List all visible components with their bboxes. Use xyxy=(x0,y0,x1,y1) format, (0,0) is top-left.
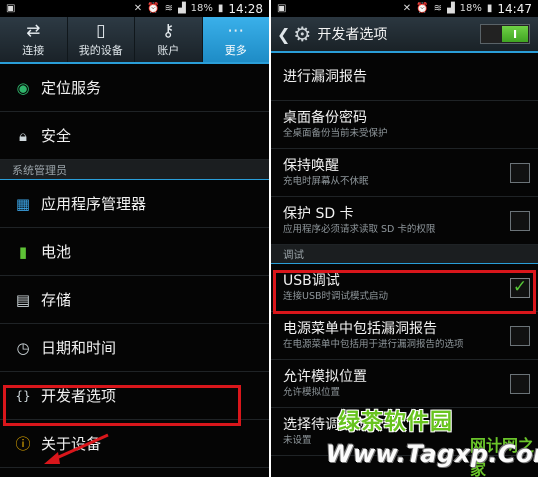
battery-icon: ▮ xyxy=(18,242,28,261)
tab-connections[interactable]: ⇄ 连接 xyxy=(0,17,68,62)
connections-icon: ⇄ xyxy=(26,20,41,41)
battery-icon: ▮ xyxy=(486,2,493,14)
mock-location-checkbox[interactable] xyxy=(510,373,530,394)
status-bar: ▣ ✕ ⏰ ≋ ▟ 18% ▮ 14:47 xyxy=(271,0,538,17)
gear-icon: ⚙ xyxy=(293,22,312,46)
app-grid-icon: ▦ xyxy=(15,194,31,213)
signal-icon: ▟ xyxy=(446,2,455,14)
list-item-developer-options[interactable]: {} 开发者选项 xyxy=(0,372,269,420)
toggle-on-label: I xyxy=(512,27,518,41)
tab-accounts[interactable]: ⚷ 账户 xyxy=(135,17,203,62)
list-item-label: 日期和时间 xyxy=(41,339,117,357)
item-title: 保护 SD 卡 xyxy=(283,206,354,222)
item-subtitle: 应用程序必须请求读取 SD 卡的权限 xyxy=(283,224,436,235)
clock: 14:47 xyxy=(497,1,532,16)
page-title: 开发者选项 xyxy=(317,27,388,43)
battery-percent: 18% xyxy=(459,2,482,14)
developer-options-panel: ▣ ✕ ⏰ ≋ ▟ 18% ▮ 14:47 ❮ ⚙ 开发者选项 I 进行漏洞报告… xyxy=(271,0,538,477)
list-item-stay-awake[interactable]: 保持唤醒 充电时屏幕从不休眠 xyxy=(271,149,538,197)
item-title: 保持唤醒 xyxy=(283,158,339,174)
location-icon: ◉ xyxy=(16,78,30,97)
list-item-label: 电池 xyxy=(41,243,72,261)
section-header-debug: 调试 xyxy=(271,245,538,264)
action-bar: ❮ ⚙ 开发者选项 I xyxy=(271,17,538,53)
item-subtitle: 全桌面备份当前未受保护 xyxy=(283,128,388,139)
braces-icon: {} xyxy=(15,388,31,403)
section-header-sysadmin: 系统管理员 xyxy=(0,160,269,180)
tab-more[interactable]: ⋯ 更多 xyxy=(202,17,269,62)
checkmark-icon: ✓ xyxy=(512,277,528,297)
item-subtitle: 在电源菜单中包括用于进行漏洞报告的选项 xyxy=(283,339,464,350)
list-item-storage[interactable]: ▤ 存储 xyxy=(0,276,269,324)
tab-label: 我的设备 xyxy=(78,43,123,57)
list-item-power-menu-bug-report[interactable]: 电源菜单中包括漏洞报告 在电源菜单中包括用于进行漏洞报告的选项 xyxy=(271,312,538,360)
lock-icon: 🔒︎ xyxy=(19,126,27,145)
item-subtitle: 连接USB时调试模式启动 xyxy=(283,291,389,302)
tab-label: 账户 xyxy=(157,43,180,57)
list-item-usb-debugging[interactable]: USB调试 连接USB时调试模式启动 ✓ xyxy=(271,264,538,312)
stay-awake-checkbox[interactable] xyxy=(510,162,530,183)
list-item-security[interactable]: 🔒︎ 安全 xyxy=(0,112,269,160)
settings-panel: ▣ ✕ ⏰ ≋ ▟ 18% ▮ 14:28 ⇄ 连接 ▯ 我的设备 ⚷ 账户 ⋯… xyxy=(0,0,269,477)
signal-icon: ▟ xyxy=(177,2,186,14)
screenshot-icon: ▣ xyxy=(277,2,287,14)
status-bar: ▣ ✕ ⏰ ≋ ▟ 18% ▮ 14:28 xyxy=(0,0,269,17)
item-title: 电源菜单中包括漏洞报告 xyxy=(283,321,437,337)
mute-icon: ✕ xyxy=(133,2,143,14)
device-icon: ▯ xyxy=(96,20,106,41)
power-menu-checkbox[interactable] xyxy=(510,325,530,346)
list-item-app-manager[interactable]: ▦ 应用程序管理器 xyxy=(0,180,269,228)
clock: 14:28 xyxy=(228,1,263,16)
list-item-label: 开发者选项 xyxy=(41,387,117,405)
item-subtitle: 未设置 xyxy=(283,435,312,446)
list-item-mock-location[interactable]: 允许模拟位置 允许模拟位置 xyxy=(271,360,538,408)
list-item-label: 关于设备 xyxy=(41,435,102,453)
list-item-about[interactable]: ⓘ 关于设备 xyxy=(0,420,269,468)
mute-icon: ✕ xyxy=(402,2,412,14)
list-item-bug-report[interactable]: 进行漏洞报告 xyxy=(271,53,538,101)
sd-card-icon: ▤ xyxy=(15,290,31,309)
tab-label: 更多 xyxy=(224,43,247,57)
tab-my-device[interactable]: ▯ 我的设备 xyxy=(68,17,135,62)
usb-debugging-checkbox[interactable]: ✓ xyxy=(510,277,530,298)
developer-options-toggle[interactable]: I xyxy=(480,24,530,44)
battery-percent: 18% xyxy=(190,2,213,14)
wifi-icon: ≋ xyxy=(164,2,173,14)
list-item-label: 定位服务 xyxy=(41,79,102,97)
item-subtitle: 允许模拟位置 xyxy=(283,387,341,398)
item-subtitle: 充电时屏幕从不休眠 xyxy=(283,176,369,187)
list-item-label: 应用程序管理器 xyxy=(41,195,147,213)
screenshot-icon: ▣ xyxy=(6,2,16,14)
info-icon: ⓘ xyxy=(15,435,31,453)
alarm-icon: ⏰ xyxy=(416,2,429,14)
item-title: USB调试 xyxy=(283,273,340,289)
battery-icon: ▮ xyxy=(217,2,224,14)
list-item-label: 安全 xyxy=(41,127,72,145)
more-grid-icon: ⋯ xyxy=(227,20,245,41)
list-item-label: 存储 xyxy=(41,291,72,309)
alarm-icon: ⏰ xyxy=(147,2,160,14)
item-title: 允许模拟位置 xyxy=(283,369,367,385)
list-item-location[interactable]: ◉ 定位服务 xyxy=(0,64,269,112)
clock-icon: ◷ xyxy=(16,338,30,357)
tab-label: 连接 xyxy=(22,43,45,57)
protect-sd-checkbox[interactable] xyxy=(510,210,530,231)
item-title: 桌面备份密码 xyxy=(283,110,367,126)
back-chevron-icon[interactable]: ❮ xyxy=(277,25,290,44)
item-title: 选择待调试应用 xyxy=(283,417,381,433)
toggle-knob: I xyxy=(502,26,528,42)
wifi-icon: ≋ xyxy=(433,2,442,14)
list-item-battery[interactable]: ▮ 电池 xyxy=(0,228,269,276)
settings-tabs: ⇄ 连接 ▯ 我的设备 ⚷ 账户 ⋯ 更多 xyxy=(0,17,269,64)
list-item-select-debug-app[interactable]: 选择待调试应用 未设置 xyxy=(271,408,538,456)
key-icon: ⚷ xyxy=(162,20,175,41)
list-item-protect-sd[interactable]: 保护 SD 卡 应用程序必须请求读取 SD 卡的权限 xyxy=(271,197,538,245)
list-item-datetime[interactable]: ◷ 日期和时间 xyxy=(0,324,269,372)
list-item-backup-password[interactable]: 桌面备份密码 全桌面备份当前未受保护 xyxy=(271,101,538,149)
item-title: 进行漏洞报告 xyxy=(283,68,367,85)
